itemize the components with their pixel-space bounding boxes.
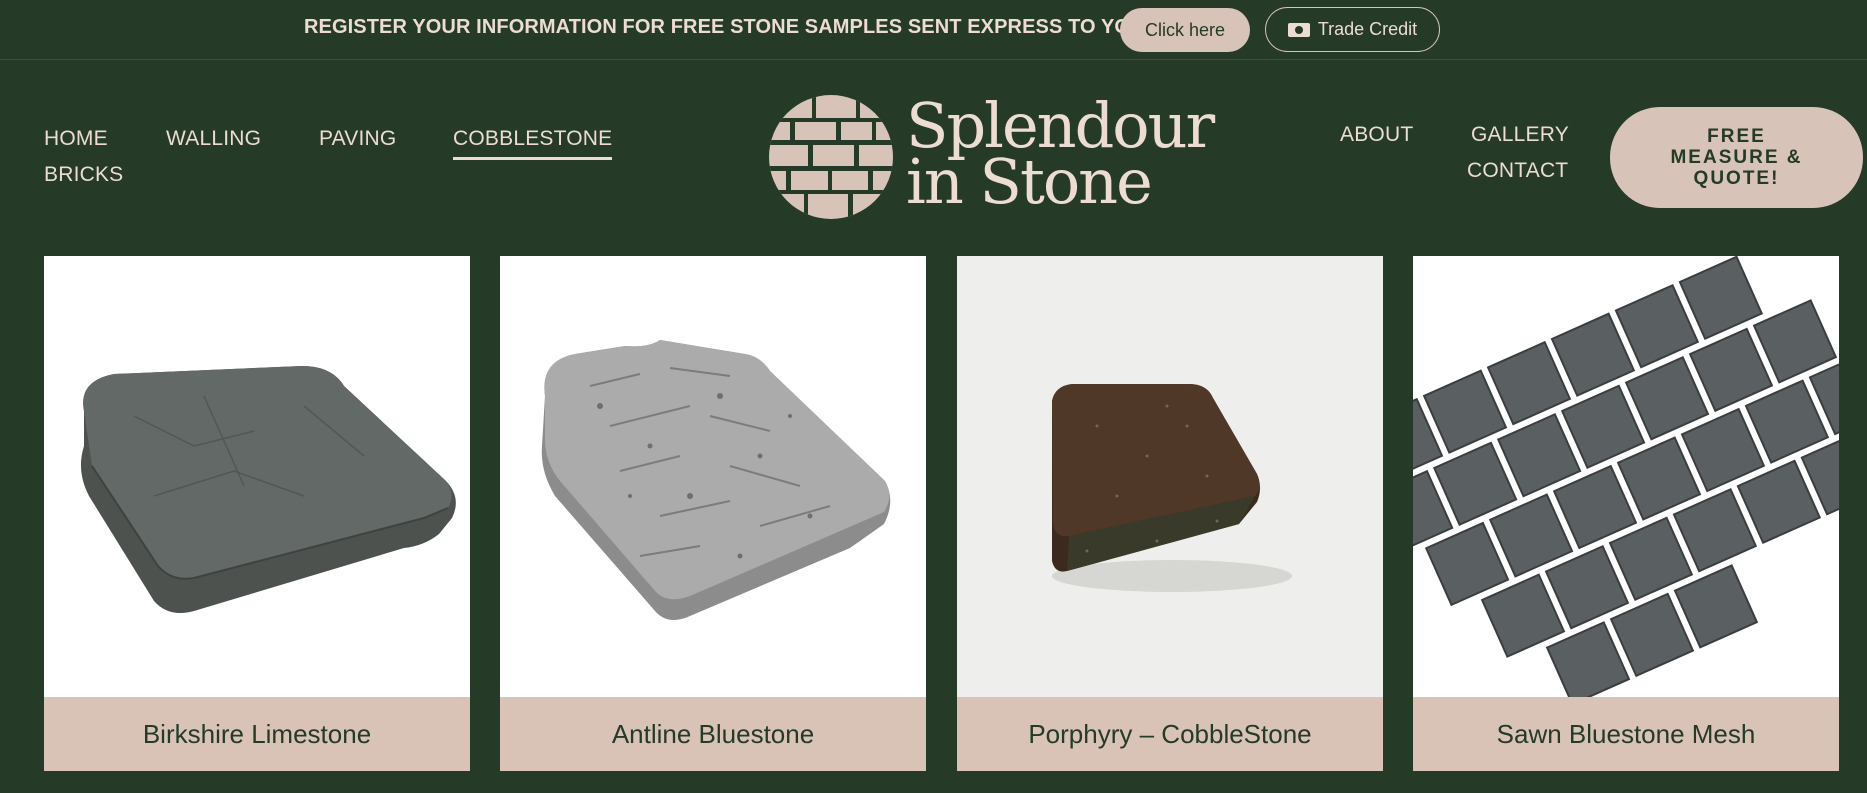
stone-wall-logo-icon: [769, 95, 893, 219]
promo-text: REGISTER YOUR INFORMATION FOR FREE STONE…: [304, 16, 1152, 38]
nav-contact[interactable]: CONTACT: [1467, 159, 1568, 183]
product-image[interactable]: [957, 256, 1383, 697]
nav-bricks[interactable]: BRICKS: [44, 163, 123, 187]
product-card-sawn-bluestone-mesh[interactable]: Sawn Bluestone Mesh: [1413, 256, 1839, 771]
product-image[interactable]: [1413, 256, 1839, 697]
product-image[interactable]: [44, 256, 470, 697]
product-name[interactable]: Sawn Bluestone Mesh: [1413, 697, 1839, 771]
site-logo[interactable]: Splendour in Stone: [768, 94, 1215, 220]
product-name[interactable]: Antline Bluestone: [500, 697, 926, 771]
nav-paving[interactable]: PAVING: [319, 127, 396, 151]
logo-wordmark: Splendour in Stone: [906, 95, 1215, 218]
product-card-antline-bluestone[interactable]: Antline Bluestone: [500, 256, 926, 771]
free-measure-quote-button[interactable]: FREE MEASURE & QUOTE!: [1610, 107, 1863, 208]
product-card-porphyry-cobblestone[interactable]: Porphyry – CobbleStone: [957, 256, 1383, 771]
click-here-button[interactable]: Click here: [1120, 8, 1250, 52]
product-card-birkshire-limestone[interactable]: Birkshire Limestone: [44, 256, 470, 771]
product-image[interactable]: [500, 256, 926, 697]
nav-cobblestone[interactable]: COBBLESTONE: [453, 127, 613, 160]
nav-walling[interactable]: WALLING: [166, 127, 261, 151]
promo-bar: REGISTER YOUR INFORMATION FOR FREE STONE…: [0, 0, 1867, 60]
logo-line-2: in Stone: [906, 145, 1153, 218]
nav-home[interactable]: HOME: [44, 127, 108, 151]
product-name[interactable]: Porphyry – CobbleStone: [957, 697, 1383, 771]
cash-icon: [1287, 22, 1310, 37]
nav-gallery[interactable]: GALLERY: [1471, 123, 1569, 147]
nav-about[interactable]: ABOUT: [1340, 123, 1413, 147]
trade-credit-label: Trade Credit: [1317, 19, 1418, 39]
trade-credit-button[interactable]: Trade Credit: [1265, 7, 1440, 52]
product-name[interactable]: Birkshire Limestone: [44, 697, 470, 771]
